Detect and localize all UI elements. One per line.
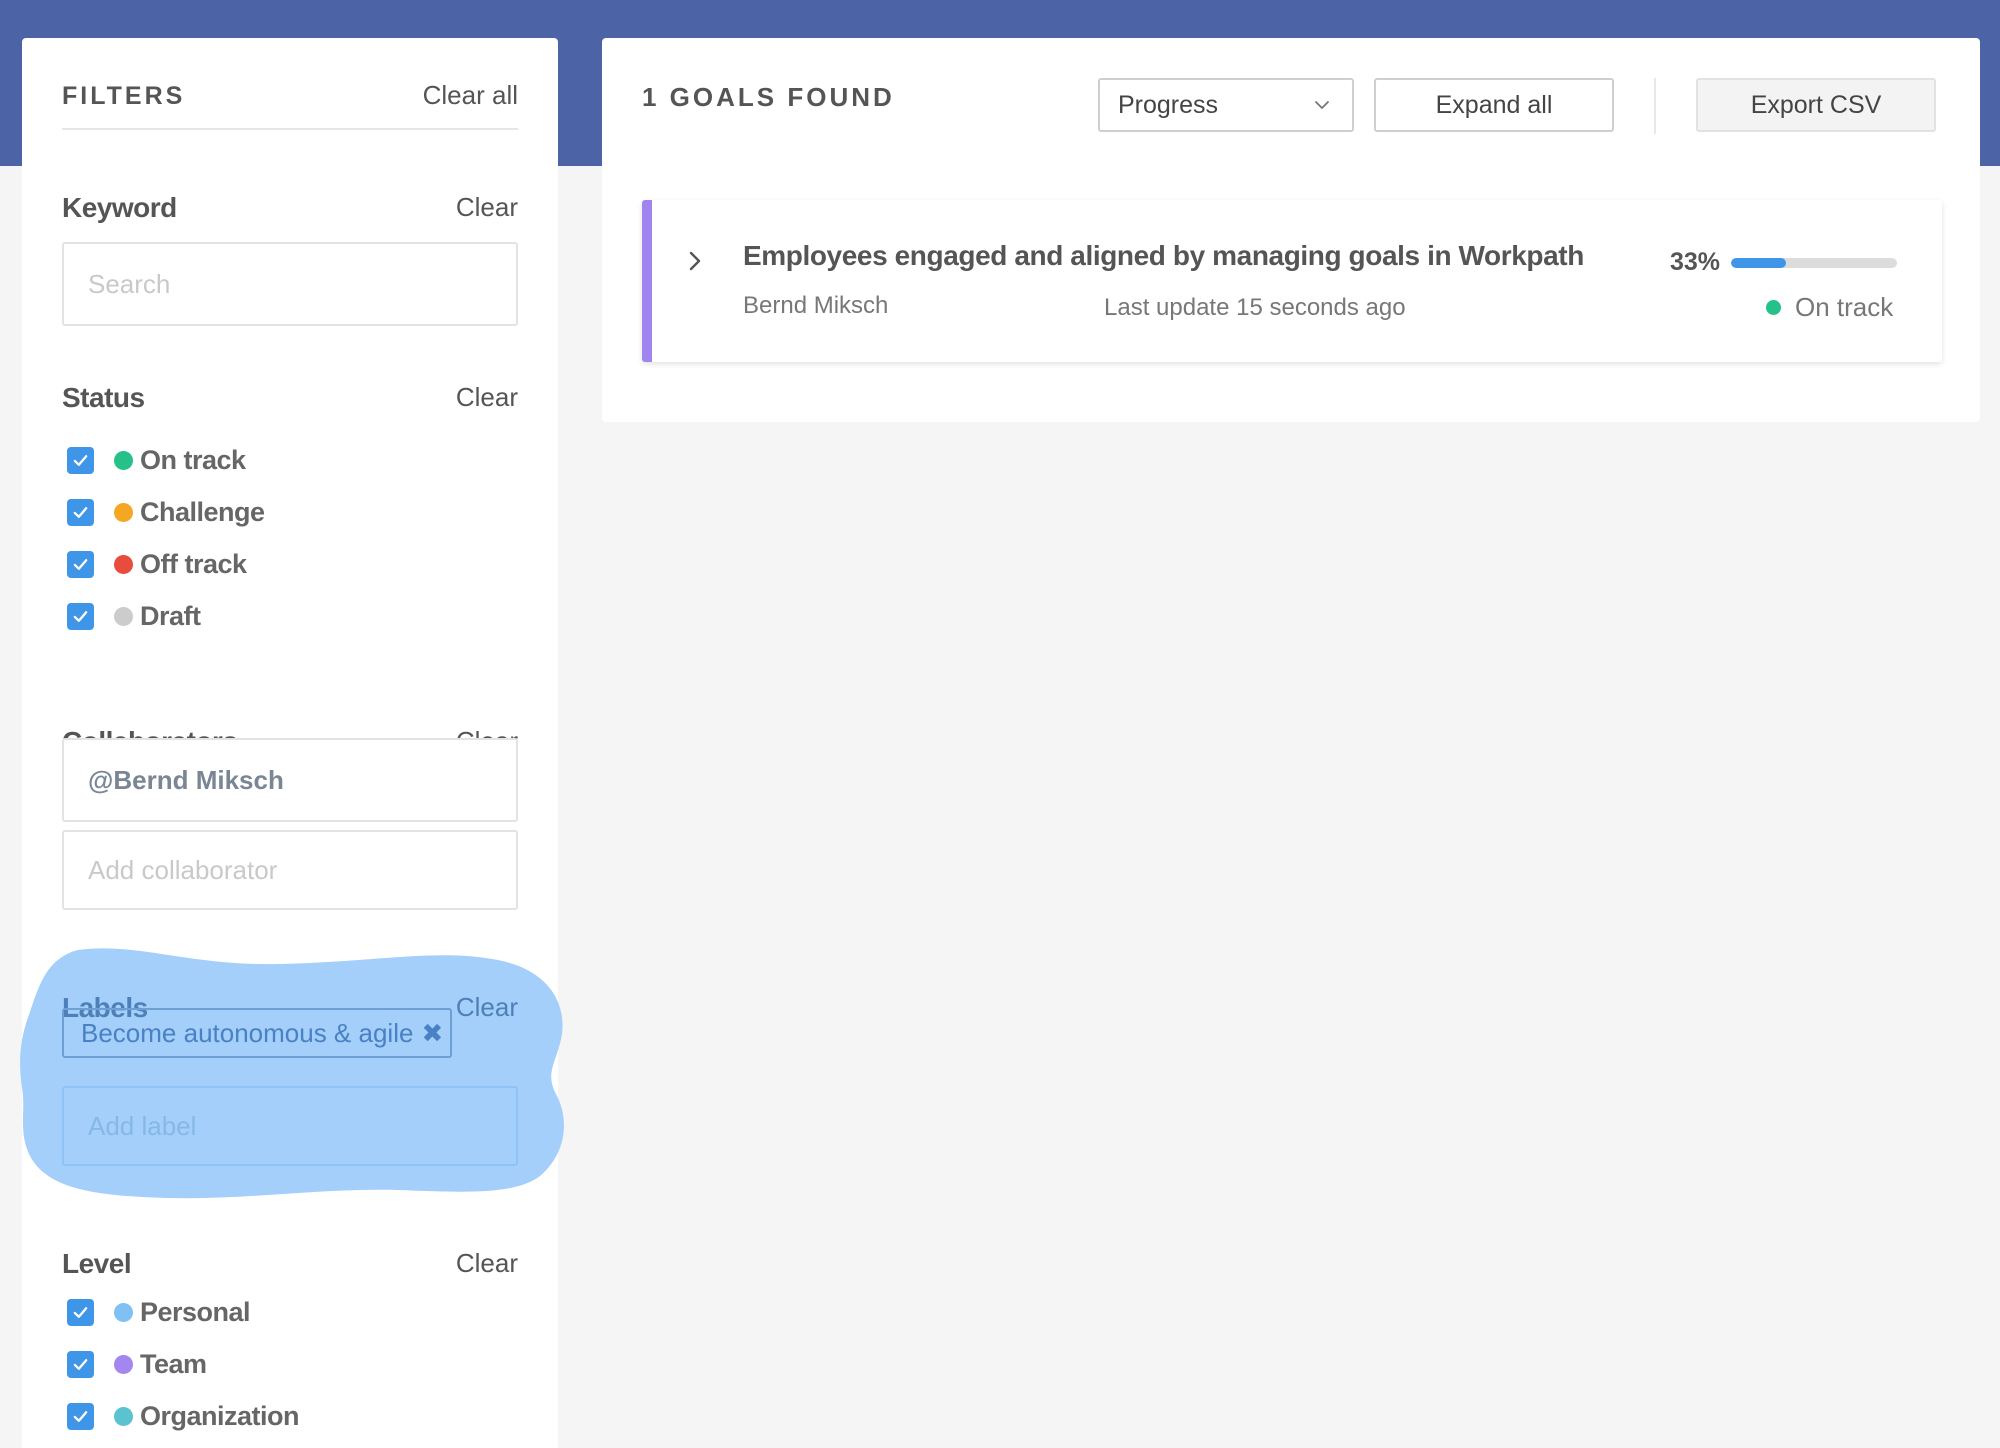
keyword-search-placeholder: Search [88,268,171,299]
checkbox-checked-icon[interactable] [67,1298,94,1326]
filters-divider [62,128,518,130]
checkbox-checked-icon[interactable] [67,1350,94,1378]
status-dot-icon [114,502,133,522]
goal-progress-percent: 33% [1670,248,1721,276]
status-item-challenge[interactable]: Challenge [62,492,265,532]
status-dot-icon [114,606,133,626]
labels-clear-link[interactable]: Clear [456,992,518,1023]
add-label-input[interactable]: Add label [62,1086,518,1166]
status-item-label: Off track [140,548,247,579]
goals-count-title: 1 GOALS FOUND [642,82,895,112]
collaborator-selected-field[interactable]: @Bernd Miksch [62,738,518,822]
expand-all-button[interactable]: Expand all [1374,78,1614,132]
goal-progress-bar [1731,258,1897,268]
level-item-label: Personal [140,1296,251,1327]
goal-owner: Bernd Miksch [743,292,889,319]
chevron-down-icon [1315,101,1329,109]
clear-all-link[interactable]: Clear all [423,80,518,111]
chevron-right-icon[interactable] [688,250,702,272]
goal-status: On track [1766,292,1893,323]
remove-label-icon[interactable]: ✖ [421,1018,443,1049]
goal-status-label: On track [1795,292,1894,322]
goal-last-update: Last update 15 seconds ago [1104,294,1406,321]
level-clear-link[interactable]: Clear [456,1248,518,1279]
add-label-placeholder: Add label [88,1110,197,1141]
status-item-label: Draft [140,600,201,631]
status-section-title: Status [62,382,145,413]
level-list: Personal Team Organization [62,1292,300,1436]
level-dot-icon [114,1406,133,1426]
checkbox-checked-icon[interactable] [67,498,94,526]
filters-sidebar: FILTERS Clear all Keyword Clear Search S… [20,38,564,1448]
level-item-label: Team [140,1348,207,1379]
checkbox-checked-icon[interactable] [67,1402,94,1430]
level-item-personal[interactable]: Personal [62,1292,299,1332]
status-item-label: On track [140,444,246,475]
checkbox-checked-icon[interactable] [67,550,94,578]
status-list: On track Challenge Off track Draft [62,440,265,636]
toolbar-divider [1654,78,1656,134]
status-clear-link[interactable]: Clear [456,382,518,413]
goal-title[interactable]: Employees engaged and aligned by managin… [743,240,1584,272]
status-item-off-track[interactable]: Off track [62,544,265,584]
status-item-label: Challenge [140,496,265,527]
export-csv-button[interactable]: Export CSV [1696,78,1936,132]
goal-level-stripe [642,200,652,362]
level-dot-icon [114,1302,133,1322]
status-dot-icon [1766,300,1781,315]
add-collaborator-input[interactable]: Add collaborator [62,830,518,910]
sort-select-value: Progress [1118,90,1219,119]
level-dot-icon [114,1354,133,1374]
add-collaborator-placeholder: Add collaborator [88,854,278,885]
checkbox-checked-icon[interactable] [67,446,94,474]
level-item-label: Organization [140,1400,300,1431]
label-chip: Become autonomous & agile ✖ [62,1008,452,1058]
sort-select[interactable]: Progress [1098,78,1354,132]
label-chip-text: Become autonomous & agile [81,1017,414,1048]
level-item-organization[interactable]: Organization [62,1396,300,1436]
level-item-team[interactable]: Team [62,1344,299,1384]
keyword-section-title: Keyword [62,192,177,223]
filters-title: FILTERS [62,82,186,110]
keyword-clear-link[interactable]: Clear [456,192,518,223]
status-item-draft[interactable]: Draft [62,596,265,636]
collaborator-selected-value: @Bernd Miksch [88,764,284,795]
status-dot-icon [114,554,133,574]
status-item-on-track[interactable]: On track [62,440,265,480]
keyword-search-input[interactable]: Search [62,242,518,326]
level-section-title: Level [62,1248,132,1279]
goals-panel: 1 GOALS FOUND Progress Expand all Export… [602,38,1980,422]
goal-card[interactable]: Employees engaged and aligned by managin… [642,200,1942,362]
checkbox-checked-icon[interactable] [67,602,94,630]
goal-progress-fill [1731,258,1786,268]
status-dot-icon [114,450,133,470]
